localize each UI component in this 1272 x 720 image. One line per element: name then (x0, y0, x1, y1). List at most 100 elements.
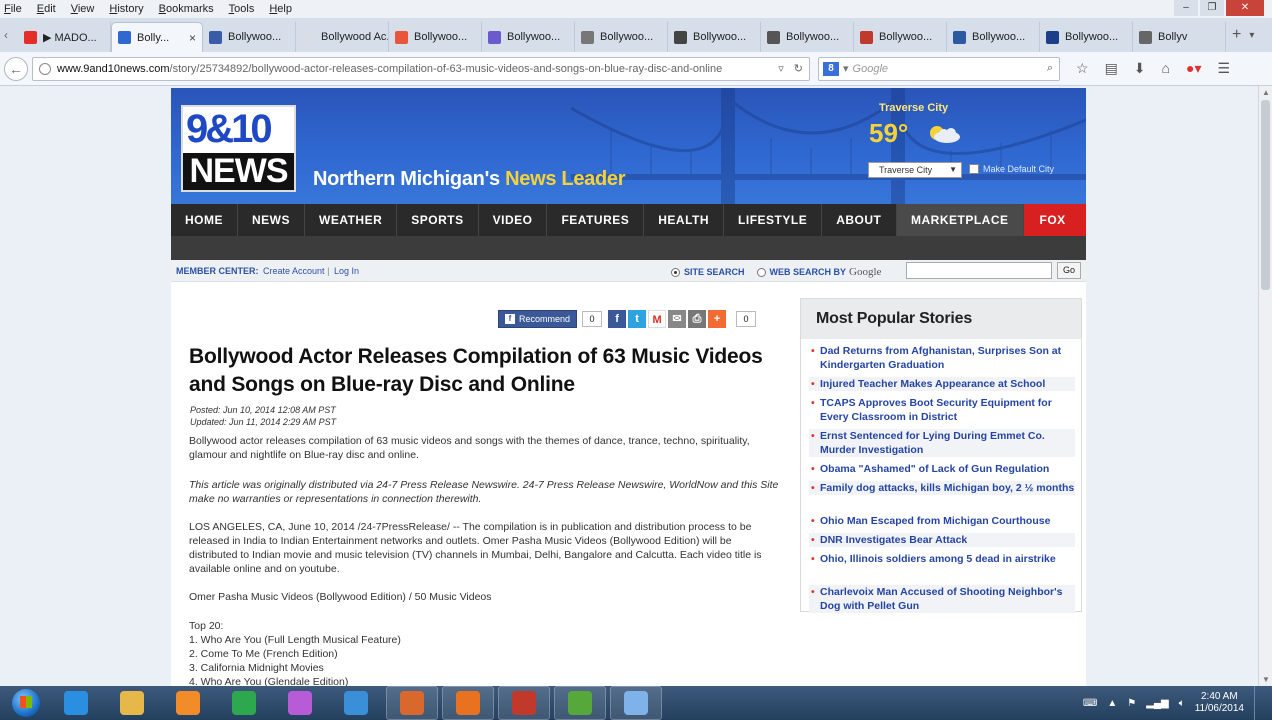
home-icon[interactable]: ⌂ (1162, 60, 1170, 77)
facebook-recommend-button[interactable]: f Recommend (498, 310, 578, 328)
facebook-share-icon[interactable]: f (608, 310, 627, 328)
minimize-button[interactable]: – (1174, 0, 1198, 16)
twitter-share-icon[interactable]: t (628, 310, 647, 328)
menu-help[interactable]: Help (269, 3, 292, 15)
start-button[interactable] (6, 686, 46, 720)
browser-tab[interactable]: Bollywood Ac... (296, 22, 389, 52)
downloads-icon[interactable]: ⬇ (1134, 60, 1146, 77)
addon-icon[interactable]: ●▾ (1186, 60, 1201, 77)
taskbar-app[interactable] (498, 686, 550, 720)
menu-edit[interactable]: Edit (37, 3, 56, 15)
site-search-input[interactable] (906, 262, 1052, 279)
volume-icon[interactable]: 🔈︎ (1179, 698, 1185, 709)
popular-story-link[interactable]: TCAPS Approves Boot Security Equipment f… (809, 396, 1075, 424)
nav-sports[interactable]: SPORTS (397, 204, 479, 236)
close-tab-icon[interactable]: × (189, 31, 196, 45)
bookmarks-menu-icon[interactable]: ▤ (1105, 60, 1118, 77)
scroll-up-icon[interactable]: ▲ (1262, 88, 1270, 97)
nav-home[interactable]: HOME (171, 204, 238, 236)
popular-story-link[interactable]: Family dog attacks, kills Michigan boy, … (809, 481, 1075, 495)
browser-tab[interactable]: Bollywoo... (668, 22, 761, 52)
menu-bookmarks[interactable]: Bookmarks (159, 3, 214, 15)
create-account-link[interactable]: Create Account (263, 266, 325, 276)
print-share-icon[interactable]: ⎙ (688, 310, 707, 328)
scrollbar-thumb[interactable] (1261, 100, 1270, 290)
browser-tab[interactable]: Bollywoo... (854, 22, 947, 52)
gmail-share-icon[interactable]: M (648, 310, 667, 328)
menu-file[interactable]: File (4, 3, 22, 15)
address-bar[interactable]: www.9and10news.com /story/25734892/bolly… (32, 56, 810, 81)
taskbar-app[interactable] (218, 686, 270, 720)
keyboard-icon[interactable]: ⌨ (1083, 698, 1097, 709)
page-scrollbar[interactable]: ▲ ▼ (1258, 86, 1272, 686)
tab-list-button[interactable]: ▾ (1249, 30, 1254, 41)
popular-story-link[interactable]: DNR Investigates Bear Attack (809, 533, 1075, 547)
popular-story-link[interactable]: Injured Teacher Makes Appearance at Scho… (809, 377, 1075, 391)
nav-about-us[interactable]: ABOUT US (822, 204, 898, 259)
back-button[interactable]: ← (4, 56, 28, 81)
browser-tab[interactable]: Bollywoo... (482, 22, 575, 52)
maximize-button[interactable]: ❐ (1200, 0, 1224, 16)
browser-tab[interactable]: Bollywoo... (203, 22, 296, 52)
taskbar-app[interactable] (386, 686, 438, 720)
default-city-checkbox[interactable] (969, 164, 979, 174)
default-city-option[interactable]: Make Default City (969, 164, 1054, 174)
addthis-share-icon[interactable]: + (708, 310, 727, 328)
nav-marketplace[interactable]: MARKETPLACE (897, 204, 1024, 236)
menu-icon[interactable]: ☰ (1217, 60, 1230, 77)
tab-active[interactable]: Bolly... × (111, 22, 203, 52)
site-identity-icon[interactable] (39, 62, 51, 75)
nav-weather[interactable]: WEATHER (305, 204, 398, 236)
browser-tab[interactable]: Bollywoo... (389, 22, 482, 52)
nav-features[interactable]: FEATURES (547, 204, 645, 236)
popular-story-link[interactable]: Ohio, Illinois soldiers among 5 dead in … (809, 552, 1075, 566)
site-search-radio[interactable] (671, 267, 680, 277)
taskbar-app[interactable] (610, 686, 662, 720)
login-link[interactable]: Log In (334, 266, 359, 276)
taskbar-app[interactable] (442, 686, 494, 720)
browser-tab[interactable]: Bollywoo... (761, 22, 854, 52)
show-desktop-button[interactable] (1254, 686, 1264, 720)
popular-story-link[interactable]: Charlevoix Man Accused of Shooting Neigh… (809, 585, 1075, 613)
scroll-down-icon[interactable]: ▼ (1262, 675, 1270, 684)
search-engine-icon[interactable]: 8 (823, 61, 839, 76)
browser-tab[interactable]: Bollywoo... (575, 22, 668, 52)
popular-story-link[interactable]: Dad Returns from Afghanistan, Surprises … (809, 344, 1075, 372)
reload-icon[interactable]: ↻ (794, 62, 803, 75)
tray-expand-icon[interactable]: ▲ (1107, 698, 1117, 709)
browser-tab[interactable]: Bollyv (1133, 22, 1226, 52)
taskbar-app[interactable] (330, 686, 382, 720)
web-search-radio[interactable] (756, 267, 766, 277)
action-center-icon[interactable]: ⚑ (1127, 698, 1136, 709)
taskbar-app[interactable] (50, 686, 102, 720)
nav-health[interactable]: HEALTH (644, 204, 725, 236)
menu-history[interactable]: History (109, 3, 143, 15)
menu-tools[interactable]: Tools (229, 3, 255, 15)
email-share-icon[interactable]: ✉ (668, 310, 687, 328)
site-logo[interactable]: 9&10 NEWS (181, 105, 296, 192)
menu-view[interactable]: View (71, 3, 95, 15)
dropdown-arrow-icon[interactable]: ▿ (778, 62, 784, 75)
search-bar[interactable]: 8 ▾ Google ⌕ (818, 56, 1060, 81)
close-window-button[interactable]: ✕ (1226, 0, 1264, 16)
search-engine-dropdown-icon[interactable]: ▾ (843, 62, 849, 75)
nav-news[interactable]: NEWS (238, 204, 305, 236)
nav-video[interactable]: VIDEO (479, 204, 548, 236)
popular-story-link[interactable]: Ohio Man Escaped from Michigan Courthous… (809, 514, 1075, 528)
clock[interactable]: 2:40 AM 11/06/2014 (1195, 691, 1244, 715)
taskbar-app[interactable] (106, 686, 158, 720)
taskbar-app[interactable] (162, 686, 214, 720)
nav-fox-32[interactable]: FOX 32 (1023, 204, 1086, 259)
city-select[interactable]: Traverse City ▼ (868, 162, 962, 178)
nav-lifestyle[interactable]: LIFESTYLE (724, 204, 823, 236)
browser-tab[interactable]: ▶ MADO... (18, 22, 111, 52)
taskbar-app[interactable] (274, 686, 326, 720)
bookmark-star-icon[interactable]: ☆ (1076, 60, 1089, 77)
network-icon[interactable]: ▂▄▆ (1146, 698, 1168, 709)
search-icon[interactable]: ⌕ (1047, 62, 1053, 75)
browser-tab[interactable]: Bollywoo... (1040, 22, 1133, 52)
tab-scroll-left-button[interactable]: ‹ (4, 28, 18, 42)
taskbar-app[interactable] (554, 686, 606, 720)
popular-story-link[interactable]: Ernst Sentenced for Lying During Emmet C… (809, 429, 1075, 457)
browser-tab[interactable]: Bollywoo... (947, 22, 1040, 52)
